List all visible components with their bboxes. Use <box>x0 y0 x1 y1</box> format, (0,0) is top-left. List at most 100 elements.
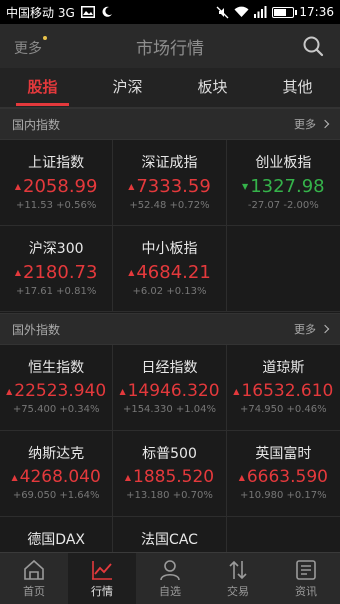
nav-watchlist-label: 自选 <box>159 584 181 598</box>
up-arrow-icon: ▲ <box>14 182 22 191</box>
index-tile[interactable]: 深证成指 ▲ 7333.59 +52.48 +0.72% <box>113 140 227 226</box>
up-arrow-icon: ▲ <box>11 472 18 482</box>
transfer-icon <box>229 560 247 579</box>
nav-home[interactable]: 首页 <box>0 553 68 604</box>
status-bar: 中国移动 3G 17:36 <box>0 0 340 24</box>
foreign-more-link[interactable]: 更多 <box>294 321 330 337</box>
battery-icon <box>272 6 298 18</box>
tab-shanghai-shenzhen[interactable]: 沪深 <box>85 68 170 107</box>
index-name: 法国CAC <box>141 532 198 548</box>
index-change: +6.02 +0.13% <box>132 286 207 297</box>
index-tile[interactable]: 英国富时 ▲ 6663.590 +10.980 +0.17% <box>226 431 340 517</box>
more-button[interactable]: 更多 <box>14 38 42 58</box>
index-change: +75.400 +0.34% <box>12 404 100 415</box>
index-change: +17.61 +0.81% <box>15 286 97 297</box>
home-icon <box>24 559 44 580</box>
index-tile[interactable]: 沪深300 ▲ 2180.73 +17.61 +0.81% <box>0 226 114 312</box>
index-value: ▲ 14946.320 <box>119 381 220 401</box>
chart-icon <box>92 560 112 580</box>
index-change: -27.07 -2.00% <box>247 200 319 211</box>
index-change: +11.53 +0.56% <box>15 200 97 211</box>
notification-dot <box>43 36 47 40</box>
page-title: 市场行情 <box>136 38 204 59</box>
index-tile[interactable]: 中小板指 ▲ 4684.21 +6.02 +0.13% <box>113 226 227 312</box>
index-name: 英国富时 <box>255 446 312 462</box>
domestic-index-grid: 上证指数 ▲ 2058.99 +11.53 +0.56% 深证成指 ▲ 7333.5… <box>0 140 340 312</box>
nav-trade-label: 交易 <box>227 584 249 598</box>
index-name: 恒生指数 <box>28 360 85 376</box>
nav-watchlist[interactable]: 自选 <box>136 553 204 604</box>
app-header: 更多 市场行情 <box>0 24 340 68</box>
index-value: ▲ 4268.040 <box>11 467 101 487</box>
news-icon <box>296 559 316 580</box>
search-icon[interactable] <box>302 35 324 57</box>
nav-trade[interactable]: 交易 <box>204 553 272 604</box>
app-root: 中国移动 3G 17:36 更多 市场行情 股指 沪深 板块 其他 国内指数 更… <box>0 0 340 604</box>
domestic-more-link[interactable]: 更多 <box>294 116 330 132</box>
index-tile[interactable]: 上证指数 ▲ 2058.99 +11.53 +0.56% <box>0 140 114 226</box>
index-tile[interactable]: 纳斯达克 ▲ 4268.040 +69.050 +1.64% <box>0 431 114 517</box>
index-name: 上证指数 <box>28 155 85 171</box>
signal-icon <box>254 6 267 18</box>
index-name: 标普500 <box>142 446 197 462</box>
moon-icon <box>102 6 112 17</box>
index-value: ▲ 2180.73 <box>14 262 98 283</box>
foreign-section-header: 国外指数 更多 <box>0 313 340 345</box>
nav-news[interactable]: 资讯 <box>272 553 340 604</box>
tab-stock-index[interactable]: 股指 <box>0 68 85 107</box>
clock-label: 17:36 <box>299 5 334 19</box>
chevron-right-icon <box>320 119 330 129</box>
index-change: +10.980 +0.17% <box>239 490 327 501</box>
domestic-more-label: 更多 <box>294 118 316 131</box>
empty-tile <box>226 226 340 312</box>
index-tile[interactable]: 标普500 ▲ 1885.520 +13.180 +0.70% <box>113 431 227 517</box>
user-icon <box>160 559 180 580</box>
foreign-more-label: 更多 <box>294 323 316 336</box>
index-tile[interactable]: 日经指数 ▲ 14946.320 +154.330 +1.04% <box>113 345 227 431</box>
bottom-nav: 首页 行情 自选 交易 资讯 <box>0 552 340 604</box>
market-tabs: 股指 沪深 板块 其他 <box>0 68 340 108</box>
index-value: ▼ 1327.98 <box>242 176 325 197</box>
index-name: 日经指数 <box>141 360 198 376</box>
index-value: ▲ 1885.520 <box>124 467 215 487</box>
index-tile[interactable]: 道琼斯 ▲ 16532.610 +74.950 +0.46% <box>226 345 340 431</box>
wifi-icon <box>234 6 249 18</box>
index-change: +154.330 +1.04% <box>122 404 217 415</box>
up-arrow-icon: ▲ <box>238 472 245 482</box>
index-name: 中小板指 <box>141 241 198 257</box>
nav-home-label: 首页 <box>23 584 45 598</box>
up-arrow-icon: ▲ <box>128 268 135 277</box>
domestic-section-title: 国内指数 <box>12 117 61 132</box>
nav-news-label: 资讯 <box>295 584 317 598</box>
index-name: 纳斯达克 <box>28 446 85 462</box>
index-name: 德国DAX <box>27 532 86 548</box>
index-value: ▲ 2058.99 <box>14 176 98 197</box>
index-change: +13.180 +0.70% <box>126 490 213 501</box>
index-value: ▲ 6663.590 <box>238 467 328 487</box>
chevron-right-icon <box>320 324 330 334</box>
index-change: +74.950 +0.46% <box>239 404 327 415</box>
tab-other[interactable]: 其他 <box>255 68 340 107</box>
index-name: 深证成指 <box>141 155 198 171</box>
up-arrow-icon: ▲ <box>6 386 13 396</box>
index-name: 创业板指 <box>255 155 312 171</box>
domestic-section-header: 国内指数 更多 <box>0 108 340 140</box>
index-name: 沪深300 <box>28 241 84 257</box>
nav-market-label: 行情 <box>91 584 113 598</box>
index-change: +52.48 +0.72% <box>129 200 210 211</box>
index-tile[interactable]: 创业板指 ▼ 1327.98 -27.07 -2.00% <box>226 140 340 226</box>
up-arrow-icon: ▲ <box>128 182 135 191</box>
tab-sectors[interactable]: 板块 <box>170 68 255 107</box>
image-icon <box>80 6 95 18</box>
nav-market[interactable]: 行情 <box>68 553 136 604</box>
foreign-section-title: 国外指数 <box>12 322 61 337</box>
index-value: ▲ 22523.940 <box>6 381 107 401</box>
index-value: ▲ 7333.59 <box>128 176 211 197</box>
up-arrow-icon: ▲ <box>14 268 22 277</box>
up-arrow-icon: ▲ <box>124 472 131 482</box>
index-change: +69.050 +1.64% <box>12 490 100 501</box>
index-tile[interactable]: 恒生指数 ▲ 22523.940 +75.400 +0.34% <box>0 345 114 431</box>
index-value: ▲ 16532.610 <box>233 381 334 401</box>
up-arrow-icon: ▲ <box>233 386 240 396</box>
index-name: 道琼斯 <box>262 360 305 376</box>
